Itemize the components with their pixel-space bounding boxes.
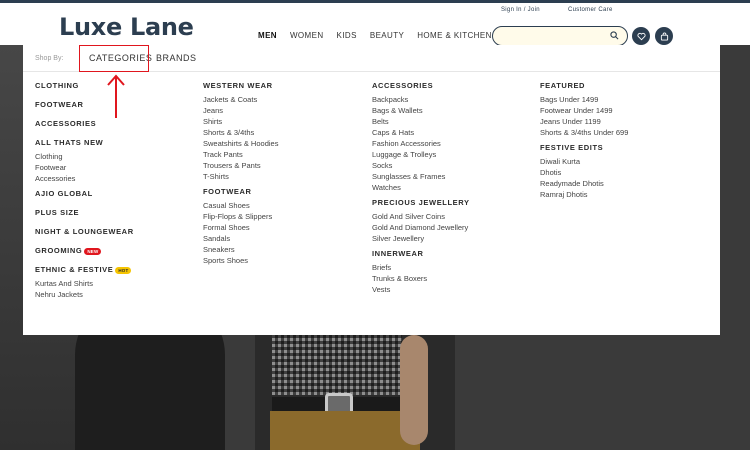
- shopping-bag-icon: [660, 32, 668, 41]
- menu-link[interactable]: Shorts & 3/4ths Under 699: [540, 127, 628, 138]
- menu-link[interactable]: Shorts & 3/4ths: [203, 127, 278, 138]
- mega-menu: Shop By: CATEGORIES BRANDS CLOTHING FOOT…: [23, 45, 720, 335]
- heart-icon: [636, 32, 646, 40]
- search-icon[interactable]: [610, 31, 619, 40]
- menu-heading-festive-edits[interactable]: FESTIVE EDITS: [540, 142, 628, 153]
- menu-heading-footwear-men[interactable]: FOOTWEAR: [203, 186, 278, 197]
- menu-link[interactable]: Diwali Kurta: [540, 156, 628, 167]
- menu-heading-precious-jewellery[interactable]: PRECIOUS JEWELLERY: [372, 197, 470, 208]
- site-header: Luxe Lane Sign In / Join Customer Care M…: [0, 3, 750, 46]
- menu-link[interactable]: Sunglasses & Frames: [372, 171, 470, 182]
- menu-link[interactable]: Formal Shoes: [203, 222, 278, 233]
- nav-men[interactable]: MEN: [258, 31, 277, 40]
- ethnic-label: ETHNIC & FESTIVE: [35, 265, 114, 274]
- menu-heading-all-thats-new[interactable]: ALL THATS NEW: [35, 137, 134, 148]
- menu-heading-ajio-global[interactable]: AJIO GLOBAL: [35, 188, 134, 199]
- menu-link[interactable]: Fashion Accessories: [372, 138, 470, 149]
- menu-link[interactable]: Caps & Hats: [372, 127, 470, 138]
- menu-link[interactable]: Briefs: [372, 262, 470, 273]
- menu-link[interactable]: Gold And Silver Coins: [372, 211, 470, 222]
- menu-link[interactable]: Belts: [372, 116, 470, 127]
- menu-column-2: WESTERN WEAR Jackets & Coats Jeans Shirt…: [203, 80, 278, 266]
- model-pants: [270, 411, 420, 450]
- menu-heading-accessories-men[interactable]: ACCESSORIES: [372, 80, 470, 91]
- menu-link[interactable]: Trunks & Boxers: [372, 273, 470, 284]
- menu-link[interactable]: Trousers & Pants: [203, 160, 278, 171]
- model-arm: [400, 335, 428, 445]
- menu-link[interactable]: Sweatshirts & Hoodies: [203, 138, 278, 149]
- menu-heading-innerwear[interactable]: INNERWEAR: [372, 248, 470, 259]
- menu-link[interactable]: Accessories: [35, 173, 134, 184]
- nav-home-kitchen[interactable]: HOME & KITCHEN: [417, 31, 492, 40]
- menu-link[interactable]: Luggage & Trolleys: [372, 149, 470, 160]
- menu-link[interactable]: Ramraj Dhotis: [540, 189, 628, 200]
- menu-column-4: FEATURED Bags Under 1499 Footwear Under …: [540, 80, 628, 200]
- menu-link[interactable]: Nehru Jackets: [35, 289, 134, 300]
- arrow-up-icon: [107, 74, 125, 118]
- menu-link[interactable]: Vests: [372, 284, 470, 295]
- nav-kids[interactable]: KIDS: [337, 31, 357, 40]
- menu-link[interactable]: Jeans: [203, 105, 278, 116]
- grooming-label: GROOMING: [35, 246, 83, 255]
- model-shirt: [272, 335, 402, 395]
- search-input[interactable]: [501, 30, 606, 42]
- menu-link[interactable]: Silver Jewellery: [372, 233, 470, 244]
- menu-link[interactable]: Flip-Flops & Slippers: [203, 211, 278, 222]
- menu-heading-grooming[interactable]: GROOMING NEW: [35, 245, 134, 256]
- new-badge: NEW: [84, 247, 102, 255]
- main-nav: MEN WOMEN KIDS BEAUTY HOME & KITCHEN: [258, 31, 505, 40]
- menu-link[interactable]: T-Shirts: [203, 171, 278, 182]
- menu-link[interactable]: Readymade Dhotis: [540, 178, 628, 189]
- menu-link[interactable]: Socks: [372, 160, 470, 171]
- menu-link[interactable]: Dhotis: [540, 167, 628, 178]
- menu-heading-western-wear[interactable]: WESTERN WEAR: [203, 80, 278, 91]
- menu-heading-plus-size[interactable]: PLUS SIZE: [35, 207, 134, 218]
- hot-badge: HOT: [115, 266, 132, 274]
- bag-button[interactable]: [655, 27, 673, 45]
- nav-beauty[interactable]: BEAUTY: [370, 31, 404, 40]
- menu-link[interactable]: Bags & Wallets: [372, 105, 470, 116]
- menu-link[interactable]: Footwear Under 1499: [540, 105, 628, 116]
- menu-link[interactable]: Sneakers: [203, 244, 278, 255]
- brand-logo[interactable]: Luxe Lane: [59, 13, 194, 41]
- menu-link[interactable]: Clothing: [35, 151, 134, 162]
- menu-link[interactable]: Jackets & Coats: [203, 94, 278, 105]
- tab-brands[interactable]: BRANDS: [156, 53, 197, 63]
- nav-women[interactable]: WOMEN: [290, 31, 324, 40]
- shop-by-label: Shop By:: [35, 55, 64, 62]
- menu-link[interactable]: Backpacks: [372, 94, 470, 105]
- menu-link[interactable]: Track Pants: [203, 149, 278, 160]
- menu-link[interactable]: Sandals: [203, 233, 278, 244]
- menu-link[interactable]: Casual Shoes: [203, 200, 278, 211]
- menu-link[interactable]: Bags Under 1499: [540, 94, 628, 105]
- menu-heading-ethnic-festive[interactable]: ETHNIC & FESTIVE HOT: [35, 264, 134, 275]
- menu-link[interactable]: Footwear: [35, 162, 134, 173]
- menu-link[interactable]: Watches: [372, 182, 470, 193]
- categories-highlight-box: [79, 45, 149, 72]
- search-box[interactable]: [492, 26, 628, 46]
- menu-column-3: ACCESSORIES Backpacks Bags & Wallets Bel…: [372, 80, 470, 295]
- menu-heading-night-loungewear[interactable]: NIGHT & LOUNGEWEAR: [35, 226, 134, 237]
- menu-link[interactable]: Shirts: [203, 116, 278, 127]
- menu-link[interactable]: Sports Shoes: [203, 255, 278, 266]
- menu-link[interactable]: Gold And Diamond Jewellery: [372, 222, 470, 233]
- menu-link[interactable]: Jeans Under 1199: [540, 116, 628, 127]
- menu-link[interactable]: Kurtas And Shirts: [35, 278, 134, 289]
- signin-link[interactable]: Sign In / Join: [501, 7, 540, 13]
- customer-care-link[interactable]: Customer Care: [568, 7, 613, 13]
- wishlist-button[interactable]: [632, 27, 650, 45]
- menu-heading-featured[interactable]: FEATURED: [540, 80, 628, 91]
